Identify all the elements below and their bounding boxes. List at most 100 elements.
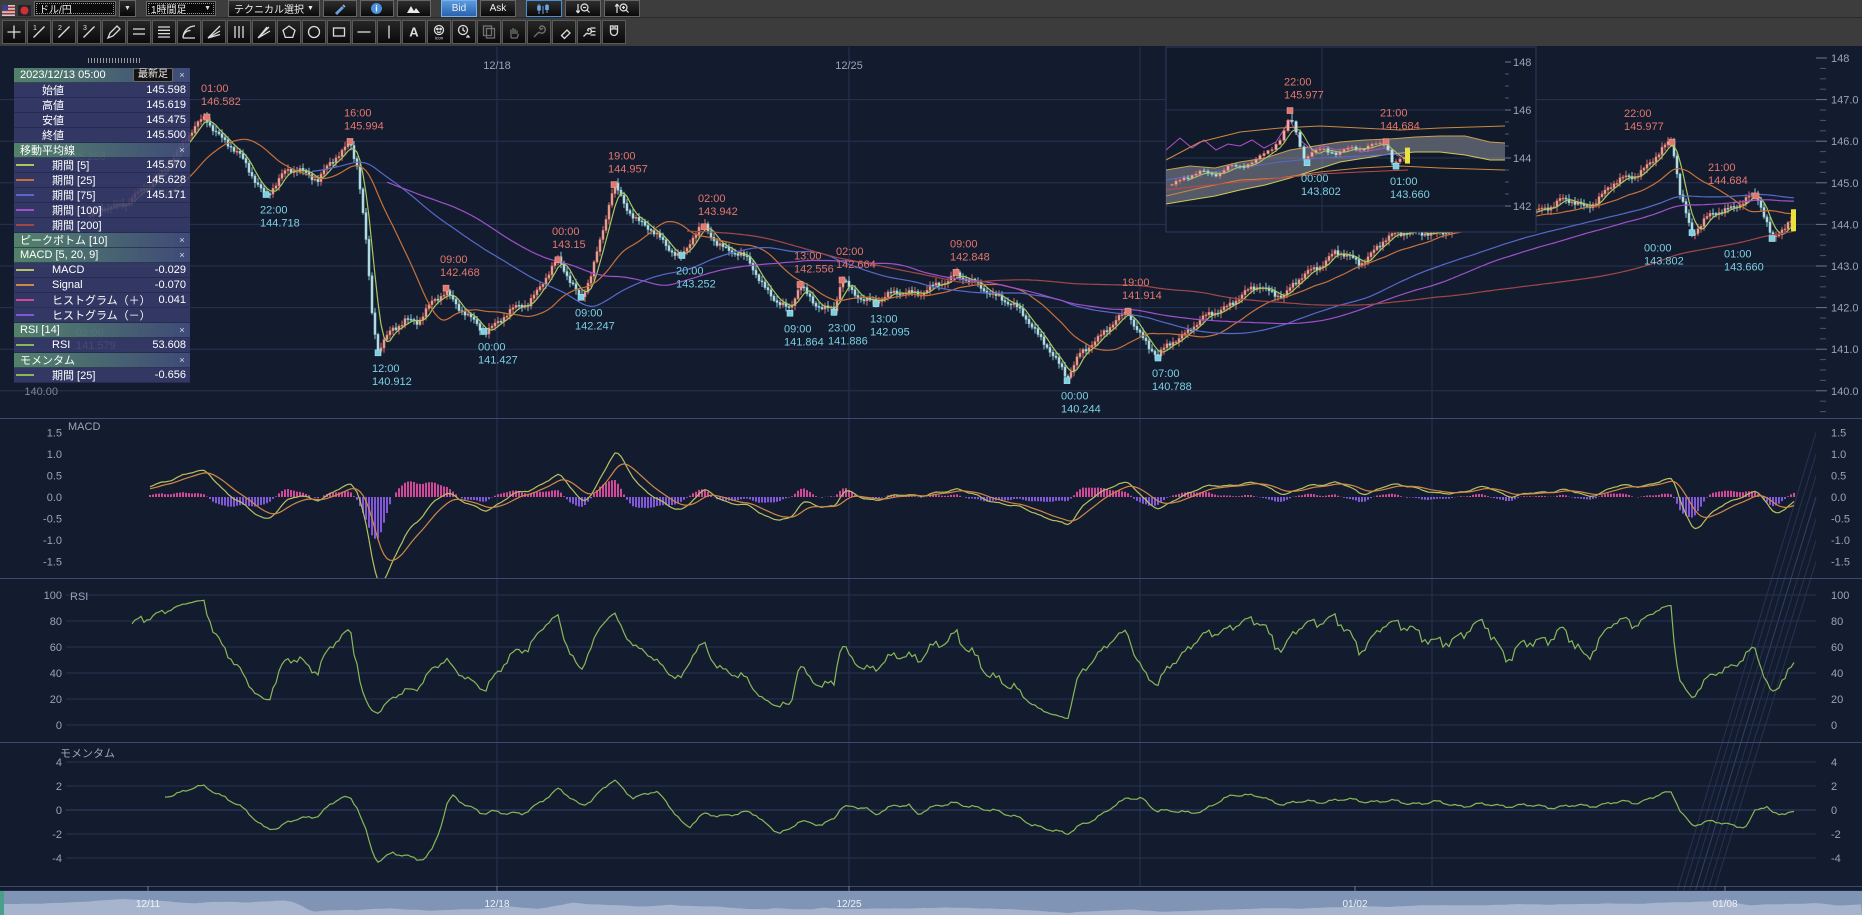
svg-text:00:00: 00:00 <box>1061 391 1089 403</box>
crosshair-icon <box>5 23 23 41</box>
tool-trendline-2-button[interactable]: 2 <box>52 20 76 44</box>
vlines-icon <box>230 23 248 41</box>
svg-text:09:00: 09:00 <box>784 323 812 335</box>
svg-text:22:00: 22:00 <box>260 205 288 217</box>
svg-text:2: 2 <box>58 25 62 32</box>
latest-bar-tag[interactable]: 最新足 <box>133 68 173 82</box>
symbol-select[interactable]: ドル/円 <box>34 1 116 16</box>
close-icon[interactable]: × <box>177 145 187 155</box>
current-price-marker <box>1791 209 1796 231</box>
svg-text:0.5: 0.5 <box>47 471 62 483</box>
close-icon[interactable]: × <box>177 235 187 245</box>
chart-scrollbar[interactable]: 12/1112/1812/2501/0201/08 <box>0 886 1862 915</box>
tool-clock-back-button[interactable] <box>452 20 476 44</box>
svg-text:icon: icon <box>435 36 444 41</box>
panel-row-label: 期間 [200] <box>52 217 102 233</box>
tool-vlines-button[interactable] <box>227 20 251 44</box>
zoom-window[interactable]: 22:00145.97721:00144.68400:00143.80201:0… <box>1166 47 1536 232</box>
panel-row-value: -0.070 <box>155 279 186 291</box>
tool-trendline-3-button[interactable]: 3 <box>77 20 101 44</box>
drawing-toolbar: 12 3 Aicon <box>0 17 1862 46</box>
panel-header-label: 移動平均線 <box>20 142 75 158</box>
svg-text:01:00: 01:00 <box>1390 176 1418 188</box>
tool-fan-lines-button[interactable] <box>202 20 226 44</box>
tool-eraser-button[interactable] <box>552 20 576 44</box>
tool-hand-button[interactable] <box>502 20 526 44</box>
svg-text:12:00: 12:00 <box>372 363 400 375</box>
svg-text:-1.5: -1.5 <box>1831 557 1850 569</box>
svg-text:2: 2 <box>1831 781 1837 793</box>
tool-trendline-1-button[interactable]: 1 <box>27 20 51 44</box>
zoom-in-vertical-button[interactable] <box>604 0 640 17</box>
technical-select-button[interactable]: テクニカル選択 ▼ <box>228 0 320 17</box>
svg-text:-0.5: -0.5 <box>1831 514 1850 526</box>
panel-row: 高値145.619 <box>14 98 190 113</box>
pencil-line-icon <box>105 23 123 41</box>
panel-row-value: 53.608 <box>152 339 186 351</box>
svg-text:145.994: 145.994 <box>344 120 384 132</box>
panel-row: Signal-0.070 <box>14 278 190 293</box>
panel-row-value: 145.619 <box>146 99 186 111</box>
draw-pencil-button[interactable] <box>323 0 357 17</box>
tool-wrench-button[interactable] <box>527 20 551 44</box>
tool-hlines-2-button[interactable] <box>127 20 151 44</box>
panel-row-value: 145.628 <box>146 174 186 186</box>
tool-rectangle-button[interactable] <box>327 20 351 44</box>
svg-text:140.912: 140.912 <box>372 376 412 388</box>
tool-wrench-list-button[interactable] <box>577 20 601 44</box>
tool-rays-button[interactable] <box>252 20 276 44</box>
svg-text:i: i <box>376 4 379 14</box>
close-icon[interactable]: × <box>177 355 187 365</box>
svg-text:00:00: 00:00 <box>1301 173 1329 185</box>
svg-text:モメンタム: モメンタム <box>60 747 115 760</box>
svg-text:143.660: 143.660 <box>1390 189 1430 201</box>
series-color-swatch <box>16 179 34 181</box>
close-icon[interactable]: × <box>177 250 187 260</box>
timeframe-select[interactable]: 1時間足 ▼ <box>146 1 216 16</box>
tool-copy-button[interactable] <box>477 20 501 44</box>
svg-text:142.468: 142.468 <box>440 267 480 279</box>
close-icon[interactable]: × <box>177 70 187 80</box>
tool-fan-arc-button[interactable] <box>177 20 201 44</box>
ask-label: Ask <box>490 3 507 14</box>
panel-drag-grip[interactable] <box>88 58 142 63</box>
svg-text:100: 100 <box>44 590 62 602</box>
chart-canvas[interactable]: 12/1812/2501/08148147.0146.0145.0144.014… <box>0 0 1862 915</box>
info-button[interactable]: i <box>360 0 394 17</box>
ask-button[interactable]: Ask <box>480 0 516 17</box>
tool-circle-button[interactable] <box>302 20 326 44</box>
panel-row-label: 始値 <box>42 82 64 98</box>
tool-icon-stamp-button[interactable]: icon <box>427 20 451 44</box>
tool-text-a-button[interactable]: A <box>402 20 426 44</box>
svg-text:MACD: MACD <box>68 421 100 433</box>
tool-crosshair-button[interactable] <box>2 20 26 44</box>
svg-text:-1.0: -1.0 <box>43 535 62 547</box>
scrollbar-date-label: 12/18 <box>484 899 509 910</box>
icon-stamp-icon: icon <box>430 23 448 41</box>
us-flag-icon <box>2 3 15 14</box>
svg-text:16:00: 16:00 <box>344 107 372 119</box>
tool-hline-button[interactable] <box>352 20 376 44</box>
tool-pencil-line-button[interactable] <box>102 20 126 44</box>
svg-text:09:00: 09:00 <box>950 238 978 250</box>
svg-text:0.0: 0.0 <box>1831 492 1846 504</box>
zoom-out-vertical-button[interactable] <box>565 0 601 17</box>
scrollbar-left-handle <box>0 891 4 915</box>
close-icon[interactable]: × <box>177 325 187 335</box>
clock-back-icon <box>455 23 473 41</box>
info-icon: i <box>370 2 383 15</box>
svg-text:-0.5: -0.5 <box>43 514 62 526</box>
tool-vline-button[interactable] <box>377 20 401 44</box>
mountain-chart-button[interactable] <box>397 0 431 17</box>
svg-text:143.660: 143.660 <box>1724 262 1764 274</box>
tool-hlines-4-button[interactable] <box>152 20 176 44</box>
svg-text:142.848: 142.848 <box>950 251 990 263</box>
symbol-dropdown-arrow-button[interactable]: ▼ <box>119 0 136 17</box>
chart-mode-button[interactable] <box>526 0 562 17</box>
panel-row: 期間 [5]145.570 <box>14 158 190 173</box>
panel-section-header: ピークボトム [10]× <box>14 233 190 248</box>
bid-button[interactable]: Bid <box>441 0 477 17</box>
tool-magnet-button[interactable] <box>602 20 626 44</box>
series-color-swatch <box>16 314 34 316</box>
tool-pentagon-button[interactable] <box>277 20 301 44</box>
